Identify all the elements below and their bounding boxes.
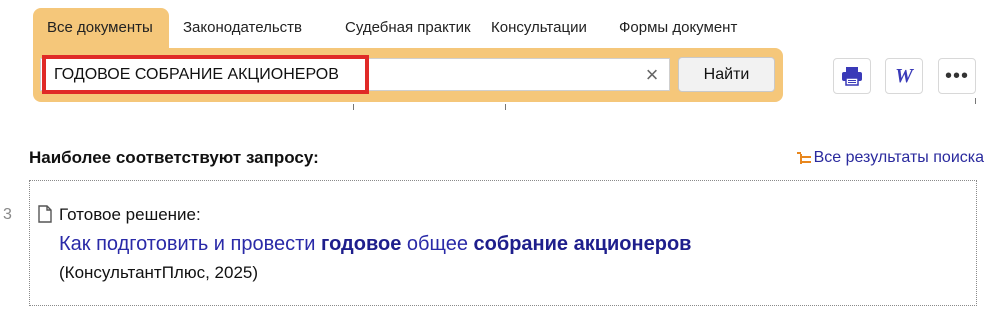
tab-consultations[interactable]: Консультации [481,8,609,48]
results-heading: Наиболее соответствуют запросу: [29,148,319,167]
tab-court-practice[interactable]: Судебная практик [319,8,481,48]
title-part: Как подготовить и провести [59,233,322,255]
search-box: × [40,55,670,94]
result-source: (КонсультантПлюс, 2025) [59,263,259,282]
tab-legislation[interactable]: Законодательств [169,8,319,48]
word-icon: W [895,64,913,87]
search-input[interactable] [41,59,631,90]
close-icon[interactable]: × [641,64,663,86]
result-type-label: Готовое решение: [59,205,201,224]
printer-icon [842,67,862,86]
title-part: общее [401,233,474,255]
document-icon [38,205,52,223]
divider [353,104,354,110]
result-title-link[interactable]: Как подготовить и провести годовое общее… [59,233,691,256]
search-tabs: Все документы Законодательств Судебная п… [33,8,749,48]
word-export-button[interactable]: W [885,58,923,94]
title-part-highlight: годовое [321,233,402,255]
all-results-label: Все результаты поиска [813,149,984,166]
divider [505,104,506,110]
search-panel: × Найти [33,48,783,102]
results-list-icon [796,152,811,164]
result-card: Готовое решение: Как подготовить и прове… [29,180,977,306]
all-results-link[interactable]: Все результаты поиска [796,149,984,167]
tab-document-forms[interactable]: Формы документ [609,8,749,48]
divider [975,98,976,104]
title-part-highlight: собрание акционеров [473,233,692,255]
tab-all-documents[interactable]: Все документы [33,8,169,48]
result-number: 3 [3,206,12,223]
find-button[interactable]: Найти [678,57,775,92]
more-icon: ••• [944,65,969,87]
print-button[interactable] [833,58,871,94]
more-button[interactable]: ••• [938,58,976,94]
